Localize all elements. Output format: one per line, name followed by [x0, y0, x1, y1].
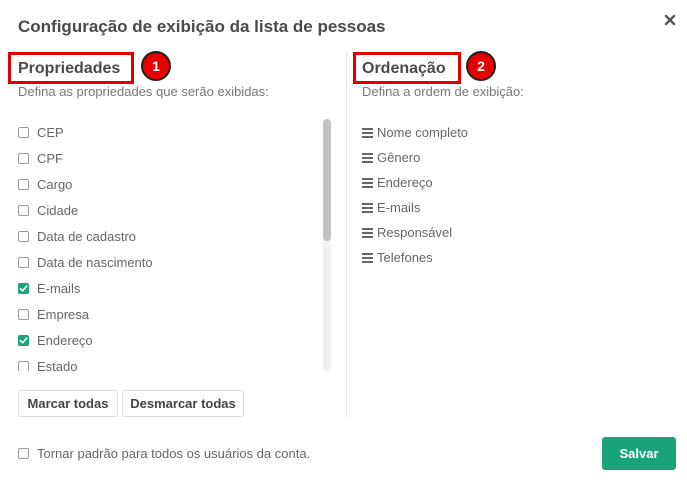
save-button[interactable]: Salvar: [602, 437, 676, 470]
property-item[interactable]: CEP: [18, 119, 318, 145]
property-label: CEP: [37, 124, 64, 140]
deselect-all-button[interactable]: Desmarcar todas: [122, 390, 244, 417]
checkbox[interactable]: [18, 126, 29, 138]
ordering-item[interactable]: Telefones: [362, 245, 468, 270]
drag-handle-icon[interactable]: [362, 177, 373, 188]
drag-handle-icon[interactable]: [362, 252, 373, 263]
properties-badge: 1: [141, 51, 171, 81]
ordering-list: Nome completo Gênero Endereço E-mails Respon…: [362, 120, 468, 270]
property-label: Empresa: [37, 306, 90, 322]
checkbox-checked[interactable]: [18, 334, 29, 346]
default-checkbox[interactable]: [18, 448, 29, 459]
ordering-item[interactable]: Nome completo: [362, 120, 468, 145]
property-item[interactable]: Estado: [18, 353, 318, 371]
checkbox[interactable]: [18, 360, 29, 371]
property-item[interactable]: Empresa: [18, 301, 318, 327]
property-label: Estado: [37, 358, 78, 372]
ordering-label: E-mails: [377, 200, 421, 215]
checkbox[interactable]: [18, 308, 29, 320]
properties-subtitle: Defina as propriedades que serão exibida…: [18, 84, 269, 99]
property-label: CPF: [37, 150, 63, 166]
default-for-all-users[interactable]: Tornar padrão para todos os usuários da …: [18, 446, 310, 461]
ordering-title: Ordenação: [362, 60, 446, 77]
ordering-label: Telefones: [377, 250, 433, 265]
ordering-label: Nome completo: [377, 125, 469, 140]
property-item[interactable]: Endereço: [18, 327, 318, 353]
property-label: Endereço: [37, 332, 93, 348]
properties-title: Propriedades: [18, 60, 121, 77]
property-item[interactable]: CPF: [18, 145, 318, 171]
ordering-label: Responsável: [377, 225, 453, 240]
property-item[interactable]: Data de cadastro: [18, 223, 318, 249]
default-label: Tornar padrão para todos os usuários da …: [37, 446, 311, 461]
ordering-label: Gênero: [377, 150, 421, 165]
column-divider: [346, 52, 347, 417]
ordering-badge: 2: [466, 51, 496, 81]
modal-title: Configuração de exibição da lista de pes…: [18, 17, 386, 36]
drag-handle-icon[interactable]: [362, 202, 373, 213]
ordering-item[interactable]: E-mails: [362, 195, 468, 220]
close-icon[interactable]: [662, 12, 678, 28]
drag-handle-icon[interactable]: [362, 227, 373, 238]
property-item[interactable]: Data de nascimento: [18, 249, 318, 275]
select-all-button[interactable]: Marcar todas: [18, 390, 118, 417]
property-item[interactable]: E-mails: [18, 275, 318, 301]
property-label: Cargo: [37, 176, 73, 192]
checkbox[interactable]: [18, 178, 29, 190]
scrollbar-thumb[interactable]: [323, 119, 331, 241]
properties-scrollbar[interactable]: [323, 119, 331, 371]
properties-list: CEP CPF Cargo Cidade Data de cadastro Data de…: [18, 119, 318, 371]
checkbox[interactable]: [18, 204, 29, 216]
checkbox[interactable]: [18, 152, 29, 164]
drag-handle-icon[interactable]: [362, 152, 373, 163]
ordering-item[interactable]: Gênero: [362, 145, 468, 170]
drag-handle-icon[interactable]: [362, 127, 373, 138]
checkbox[interactable]: [18, 230, 29, 242]
ordering-item[interactable]: Endereço: [362, 170, 468, 195]
property-label: E-mails: [37, 280, 81, 296]
ordering-subtitle: Defina a ordem de exibição:: [362, 84, 524, 99]
property-label: Data de nascimento: [37, 254, 153, 270]
checkbox[interactable]: [18, 256, 29, 268]
ordering-item[interactable]: Responsável: [362, 220, 468, 245]
property-item[interactable]: Cidade: [18, 197, 318, 223]
property-label: Data de cadastro: [37, 228, 137, 244]
property-label: Cidade: [37, 202, 79, 218]
property-item[interactable]: Cargo: [18, 171, 318, 197]
ordering-label: Endereço: [377, 175, 433, 190]
checkbox-checked[interactable]: [18, 282, 29, 294]
